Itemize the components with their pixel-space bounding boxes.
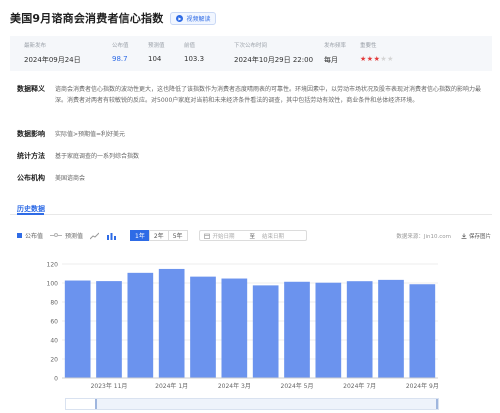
range-1y-button[interactable]: 1年 (130, 230, 150, 241)
date-separator: 至 (249, 233, 256, 240)
previous-label: 前值 (184, 43, 196, 49)
line-chart-icon[interactable] (89, 232, 100, 240)
bar (96, 281, 122, 378)
legend-forecast[interactable]: 预测值 (50, 231, 83, 240)
actual-label: 公布值 (112, 43, 129, 49)
forecast-value: 104 (148, 55, 162, 63)
y-tick-label: 40 (50, 338, 58, 345)
legend-forecast-swatch (50, 233, 63, 237)
bar (190, 276, 216, 378)
next-release-value: 2024年10月29日 22:00 (234, 56, 314, 64)
latest-release: 最新发布 2024年09月24日 (24, 41, 81, 65)
y-tick-label: 100 (47, 281, 59, 288)
importance: 重要性 ★★★★★ (360, 41, 394, 63)
definition-text: 谘商会消费者信心指数的波动性更大，这也降低了该指数作为消费者态度晴雨表的可靠性。… (55, 86, 482, 104)
next-release-label: 下次公布时间 (234, 43, 268, 49)
bar (64, 280, 91, 378)
importance-label: 重要性 (360, 43, 377, 49)
x-tick-label: 2024年 1月 (155, 382, 188, 390)
date-start-input[interactable]: 开始日期 (213, 232, 247, 240)
previous-value: 103.3 (184, 55, 205, 63)
bar (378, 279, 404, 378)
impact-label: 数据影响 (17, 130, 45, 138)
next-release: 下次公布时间 2024年10月29日 22:00 (234, 41, 313, 65)
save-image-button[interactable]: 保存图片 (461, 232, 491, 240)
bar (158, 268, 185, 378)
publisher-text: 美国谘商会 (55, 175, 86, 182)
indicator-info-panel: 最新发布 2024年09月24日 公布值 98.7 预测值 104 前值 103… (10, 36, 492, 71)
frequency: 发布频率 每月 (324, 41, 346, 65)
latest-release-label: 最新发布 (24, 43, 47, 49)
y-tick-label: 20 (50, 357, 58, 364)
save-image-label: 保存图片 (468, 233, 491, 240)
impact-text: 实际值>预期值=利好美元 (55, 131, 126, 138)
range-5y-button[interactable]: 5年 (167, 230, 188, 241)
x-tick-label: 2024年 5月 (281, 382, 314, 390)
legend-actual-label: 公布值 (25, 233, 44, 240)
forecast-label: 预测值 (148, 43, 165, 49)
impact-row: 数据影响 实际值>预期值=利好美元 (17, 129, 485, 140)
frequency-value: 每月 (324, 56, 338, 64)
y-tick-label: 80 (50, 300, 58, 307)
slider-left-handle[interactable] (95, 399, 97, 409)
y-tick-label: 0 (54, 376, 58, 383)
page-title: 美国9月谘商会消费者信心指数 (10, 12, 164, 25)
play-icon: ▶ (176, 14, 184, 22)
bar (409, 284, 436, 378)
method-label: 统计方法 (17, 152, 45, 160)
y-tick-label: 60 (50, 319, 58, 326)
calendar-icon (203, 233, 210, 239)
definition-row: 数据释义 谘商会消费者信心指数的波动性更大，这也降低了该指数作为消费者态度晴雨表… (17, 84, 485, 106)
star-filled-icon: ★ (366, 55, 374, 63)
legend-forecast-label: 预测值 (65, 233, 84, 240)
forecast: 预测值 104 (148, 41, 165, 63)
title-row: 美国9月谘商会消费者信心指数 ▶ 视频解读 (10, 10, 217, 26)
frequency-label: 发布频率 (324, 43, 347, 49)
bar (221, 278, 248, 378)
legend-actual-swatch (17, 233, 22, 238)
bar-chart-icon[interactable] (107, 232, 117, 240)
date-end-input[interactable]: 结束日期 (262, 232, 284, 240)
x-tick-label: 2024年 9月 (406, 382, 439, 390)
publisher-label: 公布机构 (17, 174, 45, 182)
legend-actual[interactable]: 公布值 (17, 231, 43, 240)
previous: 前值 103.3 (184, 41, 204, 63)
bar (284, 281, 310, 378)
download-icon (461, 233, 467, 239)
bar (346, 281, 373, 378)
method-row: 统计方法 基于家庭调查的一系列综合指数 (17, 151, 485, 162)
definition-label: 数据释义 (17, 85, 45, 93)
star-filled-icon: ★ (360, 55, 367, 63)
actual-value: 98.7 (112, 55, 128, 63)
bar (315, 282, 342, 378)
x-tick-label: 2024年 7月 (343, 382, 376, 390)
slider-unselected-area (66, 399, 96, 409)
history-divider (10, 214, 492, 215)
history-bar-chart: 0 20 40 60 80 100 120 2023年 11月 2024年 1月 2024年 3月… (47, 262, 439, 391)
bar (127, 272, 154, 378)
x-tick-label: 2024年 3月 (218, 382, 251, 390)
slider-right-handle[interactable] (436, 399, 438, 409)
y-tick-label: 120 (47, 262, 59, 269)
actual: 公布值 98.7 (112, 41, 129, 63)
video-explain-label: 视频解读 (186, 15, 211, 23)
chart-range-slider[interactable] (65, 398, 439, 410)
star-empty-icon: ★ (387, 55, 394, 63)
x-tick-label: 2023年 11月 (91, 382, 128, 390)
range-2y-button[interactable]: 2年 (148, 230, 169, 241)
history-tab-underline (17, 213, 44, 215)
data-source: 数据来源：Jin10.com (396, 233, 451, 240)
chart-toolbar: 公布值 预测值 1年 2年 5年 开始日期 至 结束日期 数据来源：Jin10.… (17, 230, 491, 241)
publisher-row: 公布机构 美国谘商会 (17, 173, 485, 184)
video-explain-button[interactable]: ▶ 视频解读 (170, 11, 217, 25)
bar (252, 285, 279, 378)
method-text: 基于家庭调查的一系列综合指数 (55, 153, 140, 160)
date-range-picker[interactable]: 开始日期 至 结束日期 (198, 230, 307, 241)
importance-stars: ★★★★★ (360, 55, 394, 63)
latest-release-value: 2024年09月24日 (24, 56, 81, 64)
